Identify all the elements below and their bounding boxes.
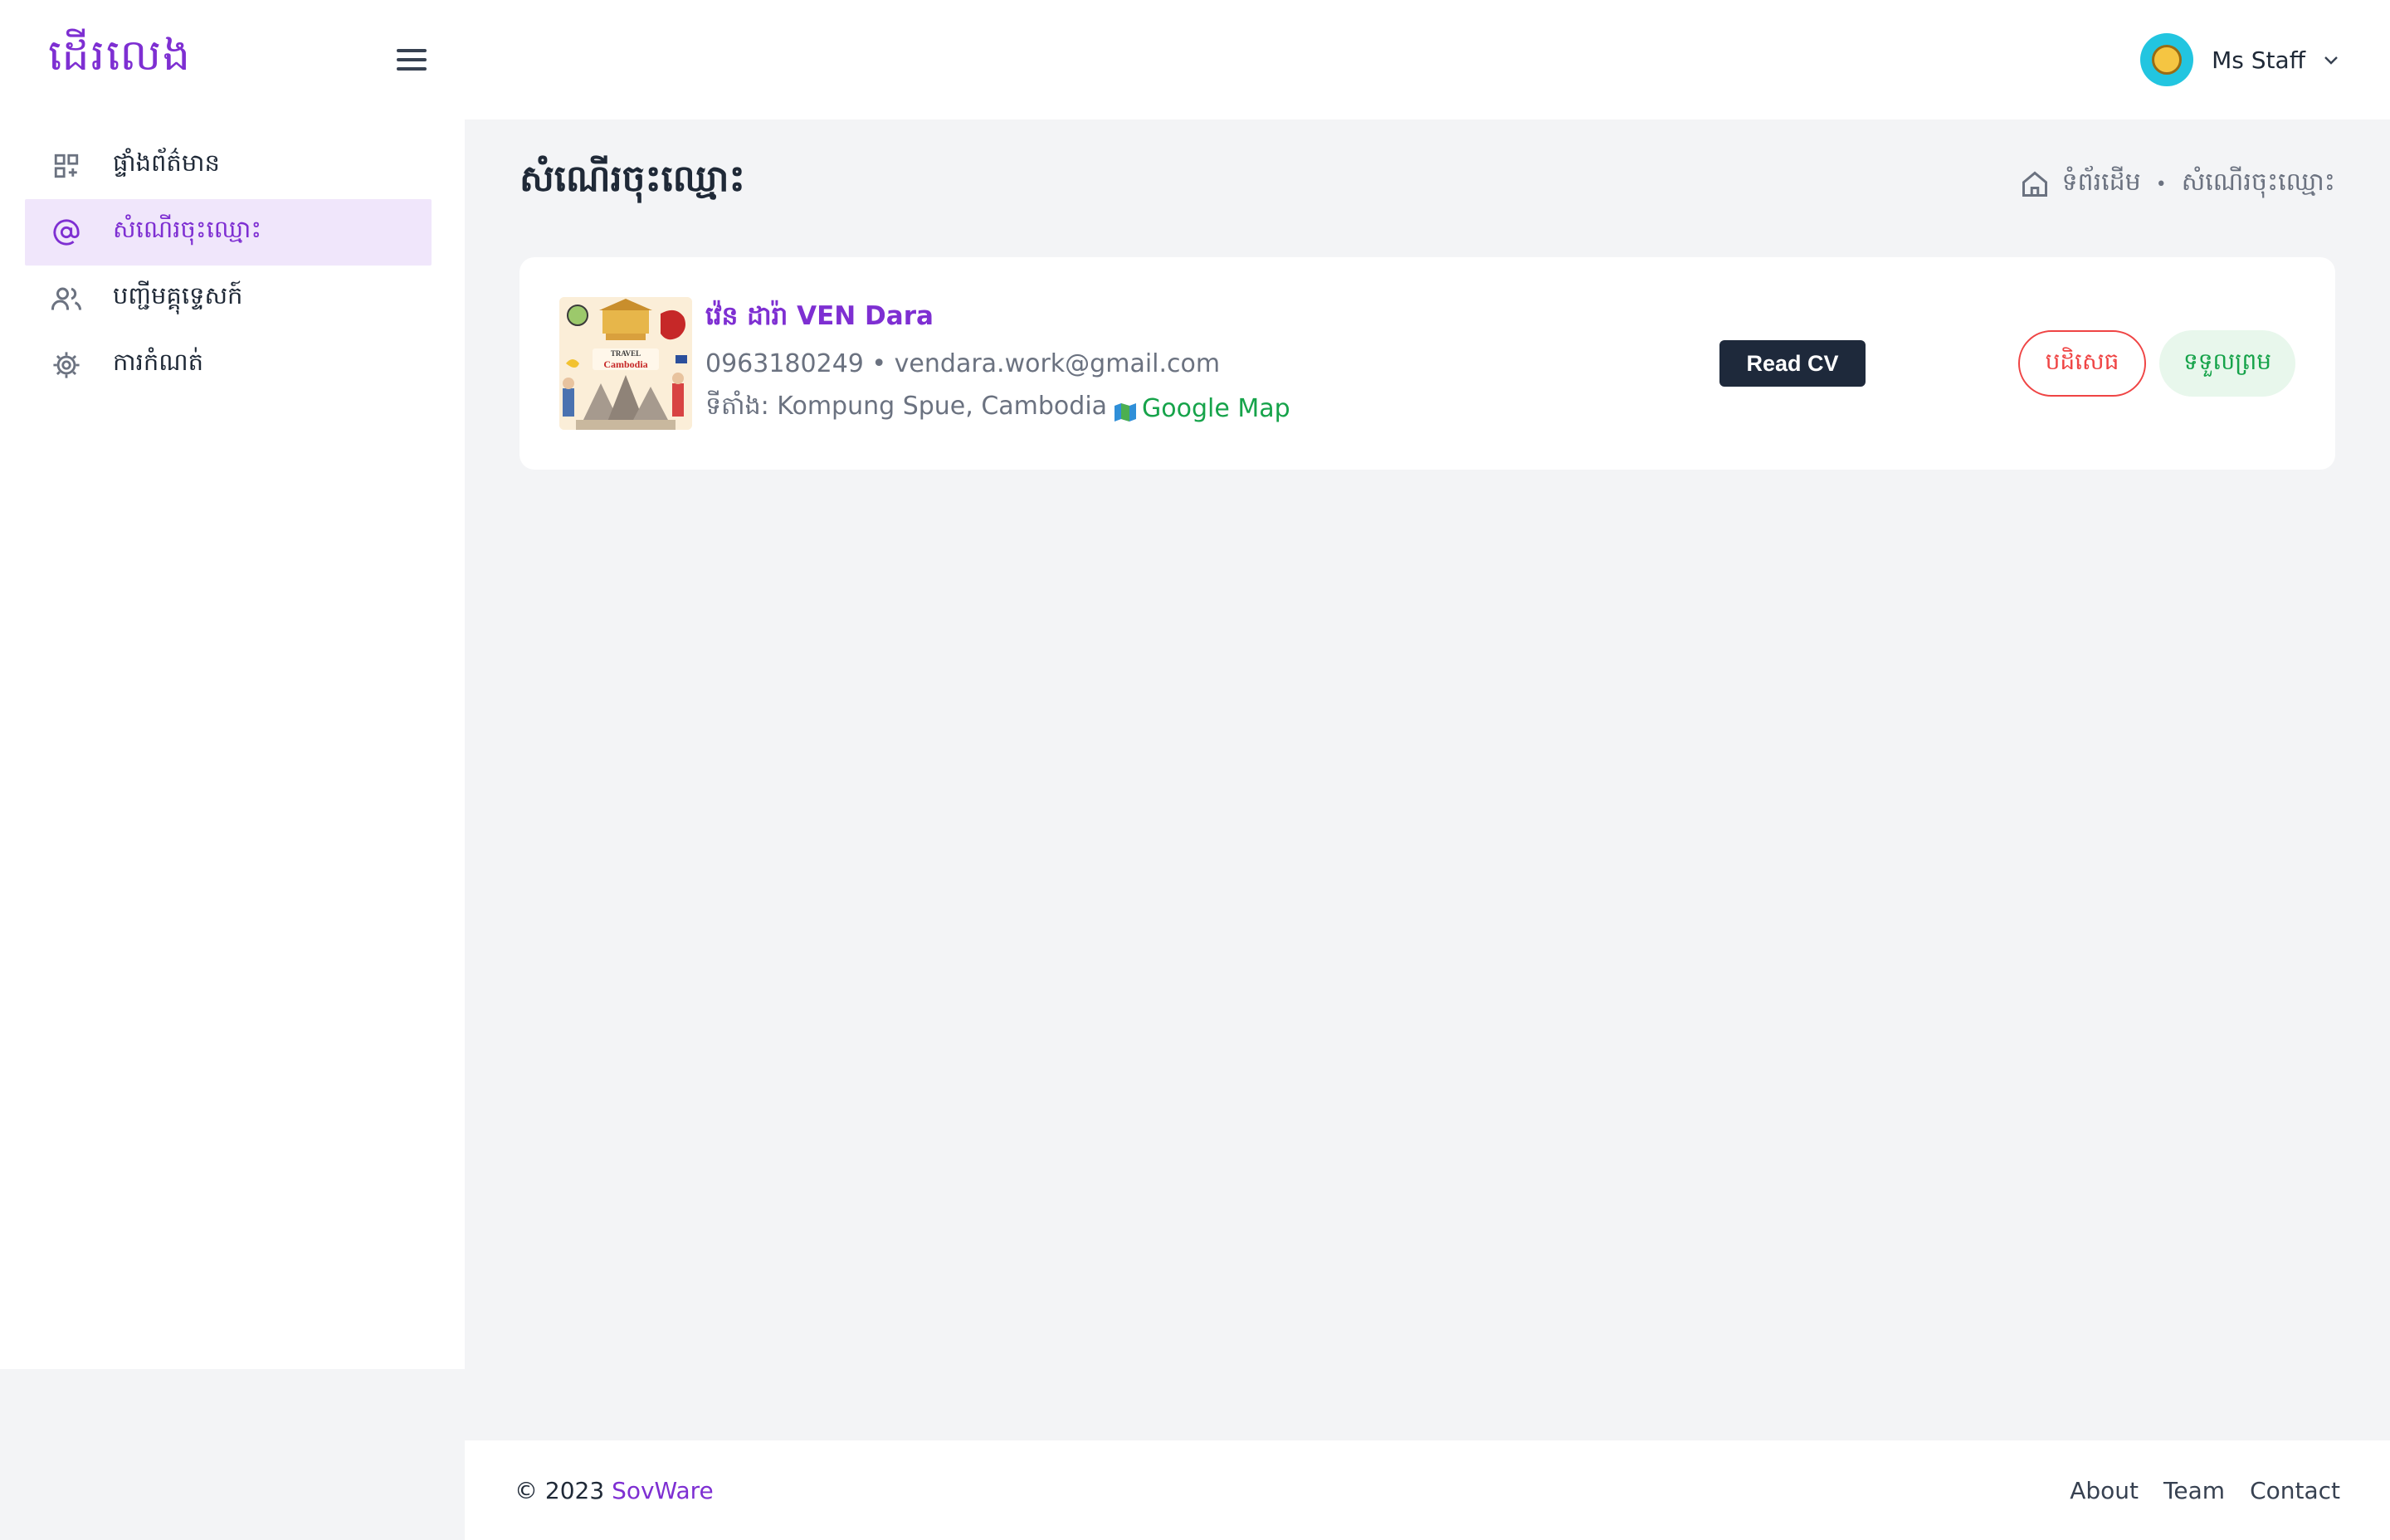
google-map-label: Google Map: [1142, 393, 1290, 423]
footer-links: About Team Contact: [2070, 1477, 2340, 1504]
applicant-location: ទីតាំង: Kompung Spue, Cambodia: [705, 392, 1108, 421]
brand-logo[interactable]: ដើរលេង: [48, 28, 192, 91]
breadcrumb-current: សំណើរចុះឈ្មោះ: [2181, 168, 2335, 197]
breadcrumb: ទំព័រដើម • សំណើរចុះឈ្មោះ: [2020, 166, 2335, 202]
applicant-phone: 0963180249: [705, 349, 864, 378]
sidebar-item-registration-requests[interactable]: សំណើរចុះឈ្មោះ: [25, 199, 432, 266]
user-menu[interactable]: Ms Staff: [2140, 33, 2339, 86]
hamburger-icon[interactable]: [392, 40, 432, 80]
sidebar-item-guides[interactable]: បញ្ជីមគ្គុទ្ទេសក៍: [25, 266, 432, 332]
top-header: Ms Staff: [465, 0, 2390, 119]
registration-request-card: TRAVEL Cambodia វ៉េន ដារ៉ា VEN Dara 0963…: [519, 257, 2335, 470]
footer-brand-link[interactable]: SovWare: [612, 1477, 714, 1504]
accept-button[interactable]: ទទួលព្រម: [2159, 330, 2295, 397]
sidebar-item-label: ការកំណត់: [113, 348, 204, 376]
read-cv-button[interactable]: Read CV: [1719, 340, 1866, 387]
at-icon: [50, 216, 83, 249]
users-icon: [50, 282, 83, 315]
avatar: [2140, 33, 2194, 86]
applicant-name[interactable]: វ៉េន ដារ៉ា VEN Dara: [705, 300, 1290, 338]
gear-icon: [50, 348, 83, 382]
chevron-down-icon: [2324, 50, 2339, 71]
map-icon: [1114, 399, 1137, 422]
avatar-image: [2152, 45, 2183, 75]
applicant-info: វ៉េន ដារ៉ា VEN Dara 0963180249 • vendara…: [705, 300, 1290, 426]
sidebar-item-label: បញ្ជីមគ្គុទ្ទេសក៍: [113, 281, 243, 309]
sidebar-header: ដើរលេង: [0, 0, 465, 119]
breadcrumb-separator: •: [2155, 173, 2167, 195]
location-line: ទីតាំង: Kompung Spue, Cambodia Google Ma…: [705, 390, 1290, 426]
breadcrumb-home-link[interactable]: ទំព័រដើម: [2061, 166, 2140, 202]
sidebar-item-settings[interactable]: ការកំណត់: [25, 332, 432, 398]
sidebar-item-dashboard[interactable]: ផ្ទាំងព័ត៌មាន: [25, 133, 432, 199]
applicant-thumbnail[interactable]: TRAVEL Cambodia: [559, 297, 692, 430]
copyright-text: © 2023: [515, 1476, 605, 1504]
sidebar-item-label: សំណើរចុះឈ្មោះ: [113, 215, 262, 243]
contact-separator: •: [871, 349, 887, 378]
dashboard-icon: [50, 149, 83, 183]
home-icon[interactable]: [2020, 169, 2050, 199]
sidebar: ដើរលេង ផ្ទាំងព័ត៌មាន សំណើរចុះឈ្មោះ បញ្ជី…: [0, 0, 465, 1369]
footer-link-team[interactable]: Team: [2163, 1477, 2225, 1504]
sidebar-nav: ផ្ទាំងព័ត៌មាន សំណើរចុះឈ្មោះ បញ្ជីមគ្គុទ្…: [0, 133, 465, 398]
google-map-link[interactable]: Google Map: [1107, 394, 1290, 423]
sidebar-item-label: ផ្ទាំងព័ត៌មាន: [113, 149, 220, 177]
reject-button[interactable]: បដិសេធ: [2018, 330, 2146, 397]
user-name: Ms Staff: [2212, 46, 2305, 74]
applicant-email: vendara.work@gmail.com: [894, 349, 1221, 378]
copyright: © 2023 SovWare: [515, 1477, 714, 1504]
footer: © 2023 SovWare About Team Contact: [465, 1440, 2390, 1540]
page-title: សំណើរចុះឈ្មោះ: [519, 158, 745, 200]
footer-link-about[interactable]: About: [2070, 1477, 2139, 1504]
thumbnail-text-cambodia: Cambodia: [603, 358, 648, 370]
footer-link-contact[interactable]: Contact: [2250, 1477, 2340, 1504]
thumbnail-text-travel: TRAVEL: [610, 349, 641, 358]
contact-line: 0963180249 • vendara.work@gmail.com: [705, 349, 1290, 378]
